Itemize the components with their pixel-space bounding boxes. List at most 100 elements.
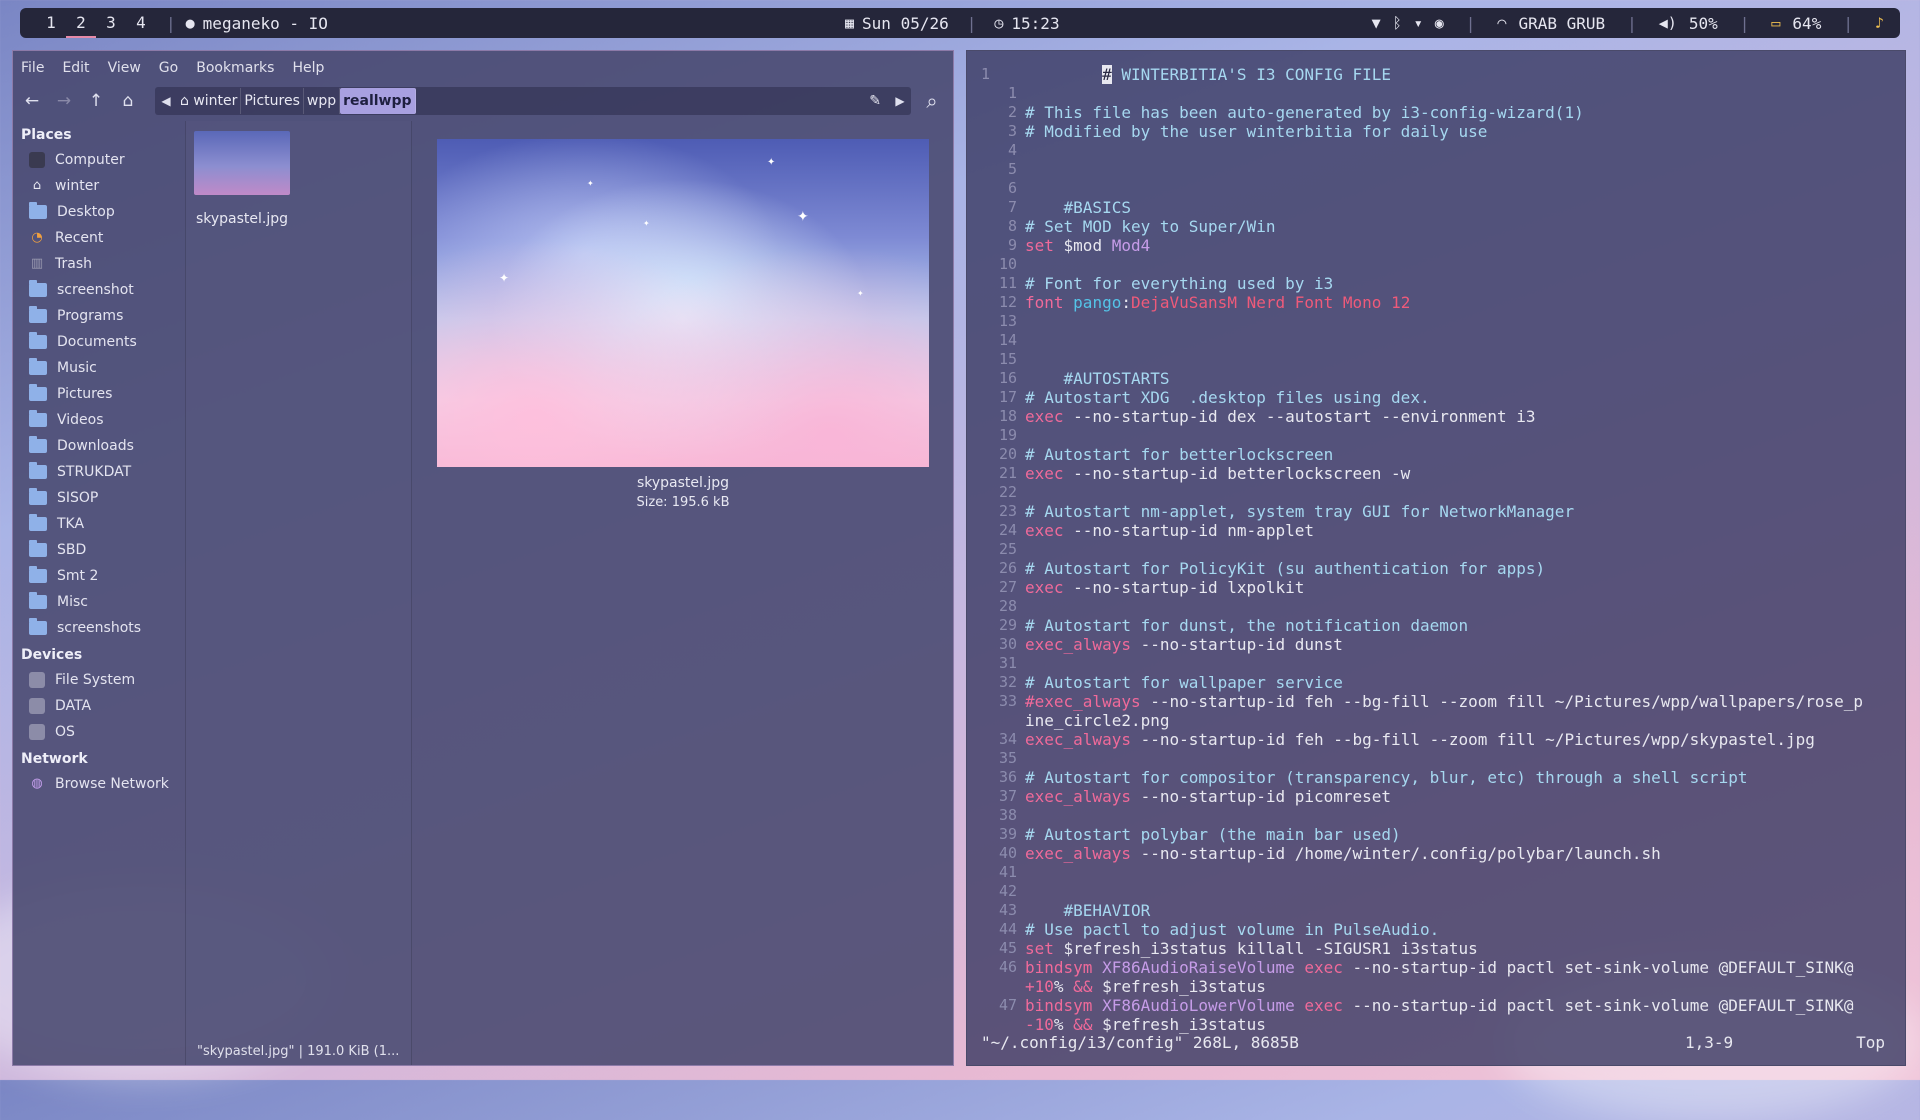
- code-line[interactable]: 40 exec_always --no-startup-id /home/wint…: [967, 844, 1905, 863]
- sidebar-item-programs[interactable]: Programs: [13, 303, 185, 329]
- code-line[interactable]: 31: [967, 654, 1905, 673]
- sidebar-item-downloads[interactable]: Downloads: [13, 433, 185, 459]
- code-line[interactable]: 1: [967, 84, 1905, 103]
- menu-view[interactable]: View: [108, 60, 141, 76]
- code-line[interactable]: 43 #BEHAVIOR: [967, 901, 1905, 920]
- sidebar-item-tka[interactable]: TKA: [13, 511, 185, 537]
- menu-bookmarks[interactable]: Bookmarks: [196, 60, 274, 76]
- code-line[interactable]: 9 set $mod Mod4: [967, 236, 1905, 255]
- up-arrow-icon[interactable]: ↑: [85, 91, 107, 111]
- code-line[interactable]: 47 bindsym XF86AudioLowerVolume exec --no…: [967, 996, 1905, 1015]
- code-line[interactable]: ine_circle2.png: [967, 711, 1905, 730]
- workspace-2[interactable]: 2: [66, 8, 96, 38]
- sidebar-item-sbd[interactable]: SBD: [13, 537, 185, 563]
- workspace-3[interactable]: 3: [96, 8, 126, 38]
- code-line[interactable]: 11 # Font for everything used by i3: [967, 274, 1905, 293]
- wifi-name-label[interactable]: GRAB GRUB: [1518, 14, 1605, 33]
- code-line[interactable]: 45 set $refresh_i3status killall -SIGUSR1…: [967, 939, 1905, 958]
- code-line[interactable]: 32 # Autostart for wallpaper service: [967, 673, 1905, 692]
- code-line[interactable]: 16 #AUTOSTARTS: [967, 369, 1905, 388]
- sidebar-item-documents[interactable]: Documents: [13, 329, 185, 355]
- code-line[interactable]: +10% && $refresh_i3status: [967, 977, 1905, 996]
- sidebar-item-desktop[interactable]: Desktop: [13, 199, 185, 225]
- code-line[interactable]: 24 exec --no-startup-id nm-applet: [967, 521, 1905, 540]
- pencil-icon[interactable]: ✎: [869, 93, 881, 109]
- code-line[interactable]: 1 # WINTERBITIA'S I3 CONFIG FILE: [967, 65, 1905, 84]
- sidebar-item-music[interactable]: Music: [13, 355, 185, 381]
- code-line[interactable]: -10% && $refresh_i3status: [967, 1015, 1905, 1034]
- code-line[interactable]: 46 bindsym XF86AudioRaiseVolume exec --no…: [967, 958, 1905, 977]
- forward-arrow-icon[interactable]: →: [53, 91, 75, 111]
- code-line[interactable]: 29 # Autostart for dunst, the notificatio…: [967, 616, 1905, 635]
- code-line[interactable]: 35: [967, 749, 1905, 768]
- code-line[interactable]: 18 exec --no-startup-id dex --autostart -…: [967, 407, 1905, 426]
- sidebar-item-screenshots[interactable]: screenshots: [13, 615, 185, 641]
- breadcrumb-right-icon[interactable]: ▶: [889, 94, 911, 108]
- code-line[interactable]: 37 exec_always --no-startup-id picomreset: [967, 787, 1905, 806]
- code-line[interactable]: 5: [967, 160, 1905, 179]
- code-line[interactable]: 21 exec --no-startup-id betterlockscreen …: [967, 464, 1905, 483]
- sidebar-item-data[interactable]: DATA: [13, 693, 185, 719]
- home-icon[interactable]: ⌂: [117, 91, 139, 111]
- back-arrow-icon[interactable]: ←: [21, 91, 43, 111]
- sidebar-item-winter[interactable]: ⌂ winter: [13, 173, 185, 199]
- code-line[interactable]: 39 # Autostart polybar (the main bar used…: [967, 825, 1905, 844]
- search-icon[interactable]: ⌕: [921, 89, 943, 113]
- code-line[interactable]: 12 font pango:DejaVuSansM Nerd Font Mono …: [967, 293, 1905, 312]
- code-line[interactable]: 3 # Modified by the user winterbitia for …: [967, 122, 1905, 141]
- code-line[interactable]: 2 # This file has been auto-generated by …: [967, 103, 1905, 122]
- now-playing[interactable]: ● meganeko - IO: [186, 14, 328, 33]
- discord-icon[interactable]: ◉: [1435, 14, 1444, 32]
- sidebar-item-sisop[interactable]: SISOP: [13, 485, 185, 511]
- code-line[interactable]: 26 # Autostart for PolicyKit (su authenti…: [967, 559, 1905, 578]
- menu-edit[interactable]: Edit: [62, 60, 89, 76]
- code-line[interactable]: 33 #exec_always --no-startup-id feh --bg-…: [967, 692, 1905, 711]
- code-line[interactable]: 15: [967, 350, 1905, 369]
- code-line[interactable]: 38: [967, 806, 1905, 825]
- sidebar-item-computer[interactable]: Computer: [13, 147, 185, 173]
- code-line[interactable]: 6: [967, 179, 1905, 198]
- workspace-4[interactable]: 4: [126, 8, 156, 38]
- code-line[interactable]: 41: [967, 863, 1905, 882]
- code-line[interactable]: 44 # Use pactl to adjust volume in PulseA…: [967, 920, 1905, 939]
- editor-buffer[interactable]: 1 # WINTERBITIA'S I3 CONFIG FILE 1 2 # This…: [967, 65, 1905, 1034]
- sidebar-item-browse-network[interactable]: ◍ Browse Network: [13, 771, 185, 797]
- code-line[interactable]: 42: [967, 882, 1905, 901]
- crumb-winter[interactable]: ⌂ winter: [177, 88, 242, 114]
- code-line[interactable]: 8 # Set MOD key to Super/Win: [967, 217, 1905, 236]
- code-line[interactable]: 25: [967, 540, 1905, 559]
- menu-help[interactable]: Help: [292, 60, 324, 76]
- sidebar-item-misc[interactable]: Misc: [13, 589, 185, 615]
- code-line[interactable]: 34 exec_always --no-startup-id feh --bg-f…: [967, 730, 1905, 749]
- code-line[interactable]: 17 # Autostart XDG .desktop files using d…: [967, 388, 1905, 407]
- file-thumbnail[interactable]: [194, 131, 290, 195]
- bell-icon[interactable]: ♪: [1875, 14, 1884, 32]
- sidebar-item-pictures[interactable]: Pictures: [13, 381, 185, 407]
- volume-label[interactable]: 50%: [1689, 14, 1718, 33]
- breadcrumb-left-icon[interactable]: ◀: [155, 94, 177, 108]
- code-line[interactable]: 19: [967, 426, 1905, 445]
- bluetooth-icon[interactable]: ᛒ: [1393, 14, 1402, 32]
- code-line[interactable]: 30 exec_always --no-startup-id dunst: [967, 635, 1905, 654]
- network-icon[interactable]: ▼: [1372, 14, 1381, 32]
- code-line[interactable]: 10: [967, 255, 1905, 274]
- code-line[interactable]: 20 # Autostart for betterlockscreen: [967, 445, 1905, 464]
- sidebar-item-strukdat[interactable]: STRUKDAT: [13, 459, 185, 485]
- sidebar-item-filesystem[interactable]: File System: [13, 667, 185, 693]
- code-line[interactable]: 14: [967, 331, 1905, 350]
- workspace-1[interactable]: 1: [36, 8, 66, 38]
- code-line[interactable]: 28: [967, 597, 1905, 616]
- menu-go[interactable]: Go: [159, 60, 178, 76]
- menu-file[interactable]: File: [21, 60, 44, 76]
- wifi-small-icon[interactable]: ▾: [1414, 14, 1423, 32]
- code-line[interactable]: 23 # Autostart nm-applet, system tray GUI…: [967, 502, 1905, 521]
- sidebar-item-videos[interactable]: Videos: [13, 407, 185, 433]
- sidebar-item-recent[interactable]: ◔ Recent: [13, 225, 185, 251]
- sidebar-item-trash[interactable]: ▥ Trash: [13, 251, 185, 277]
- code-line[interactable]: 27 exec --no-startup-id lxpolkit: [967, 578, 1905, 597]
- code-line[interactable]: 36 # Autostart for compositor (transparen…: [967, 768, 1905, 787]
- crumb-reallwpp[interactable]: reallwpp: [340, 88, 416, 114]
- sidebar-item-smt2[interactable]: Smt 2: [13, 563, 185, 589]
- terminal-window[interactable]: 1 # WINTERBITIA'S I3 CONFIG FILE 1 2 # This…: [966, 50, 1906, 1066]
- crumb-wpp[interactable]: wpp: [304, 88, 341, 114]
